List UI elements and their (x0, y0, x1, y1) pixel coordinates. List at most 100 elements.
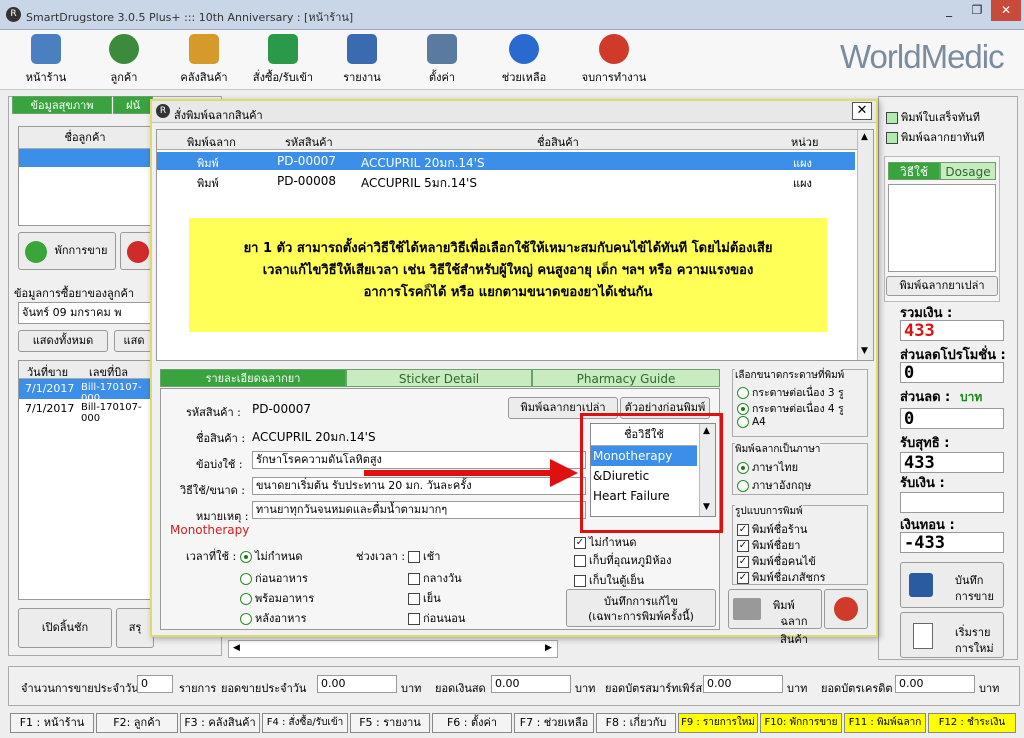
summary-button[interactable]: สรุ (116, 608, 154, 648)
history-date-field[interactable]: จันทร์ 09 มกราคม พ (18, 302, 152, 324)
radio[interactable] (240, 593, 252, 605)
tab-usage[interactable]: วิธีใช้ (888, 162, 940, 180)
tab-second[interactable]: ฝนั (113, 96, 153, 114)
checkbox[interactable]: ✓ (737, 524, 749, 536)
checkbox[interactable]: ✓ (574, 537, 586, 549)
storage-option-none[interactable]: ✓ ไม่กำหนด (574, 533, 637, 551)
language-option-english[interactable]: ภาษาอังกฤษ (737, 476, 811, 494)
print-label-option[interactable]: พิมพ์ฉลากยาทันที (886, 128, 984, 146)
checkbox[interactable] (408, 613, 420, 625)
toolbar-storefront-button[interactable]: หน้าร้าน (18, 32, 74, 88)
tab-sticker-detail[interactable]: Sticker Detail (346, 369, 532, 387)
received-input[interactable] (900, 492, 1004, 513)
time-option-before-meal[interactable]: ก่อนอาหาร (240, 569, 308, 587)
paper-option-a4[interactable]: A4 (737, 416, 766, 428)
toolbar-exit-button[interactable]: จบการทำงาน (578, 32, 650, 88)
time-option-after-meal[interactable]: หลังอาหาร (240, 609, 306, 627)
checkbox[interactable] (408, 573, 420, 585)
usage-text-area[interactable] (888, 184, 996, 272)
show-button[interactable]: แสด (114, 330, 154, 352)
toolbar-warehouse-button[interactable]: คลังสินค้า (174, 32, 234, 88)
save-edit-button[interactable]: บันทึกการแก้ไข (เฉพาะการพิมพ์ครั้งนี้) (566, 589, 716, 627)
time-option-with-meal[interactable]: พร้อมอาหาร (240, 589, 314, 607)
checkbox[interactable] (574, 555, 586, 567)
storage-option-fridge[interactable]: เก็บในตู้เย็น (574, 571, 644, 589)
checkbox[interactable] (408, 593, 420, 605)
customer-list[interactable]: ชื่อลูกค้า (18, 126, 152, 226)
checkbox[interactable]: ✓ (737, 572, 749, 584)
radio[interactable] (737, 462, 749, 474)
period-option-morning[interactable]: เช้า (408, 547, 440, 565)
radio[interactable] (737, 480, 749, 492)
discount-input[interactable]: 0 (900, 408, 1004, 429)
fkey-f1[interactable]: F1 : หน้าร้าน (10, 713, 94, 733)
dialog-close-button[interactable]: ✕ (852, 102, 872, 120)
radio[interactable] (737, 403, 749, 415)
usage-input[interactable]: ขนาดยาเริ่มต้น รับประทาน 20 มก. วันละครั… (252, 477, 586, 495)
tab-health-info[interactable]: ข้อมูลสุขภาพ (12, 96, 112, 114)
toolbar-settings-button[interactable]: ตั้งค่า (414, 32, 470, 88)
period-option-noon[interactable]: กลางวัน (408, 569, 462, 587)
print-label-button[interactable]: พิมพ์ ฉลากสินค้า (728, 589, 822, 646)
close-dialog-button[interactable] (824, 589, 868, 629)
toolbar-report-button[interactable]: รายงาน (334, 32, 390, 88)
table-row[interactable]: พิมพ์ PD-00008 ACCUPRIL 5มก.14'S แผง (157, 172, 855, 190)
checkbox[interactable] (886, 132, 898, 144)
fkey-f11[interactable]: F11 : พิมพ์ฉลาก (844, 713, 926, 733)
note-input[interactable]: ทานยาทุกวันจนหมดและดื่มน้ำตามมากๆ (252, 501, 586, 519)
close-window-button[interactable]: ✕ (991, 0, 1021, 21)
radio[interactable] (240, 573, 252, 585)
row-print[interactable]: พิมพ์ (197, 154, 219, 172)
cancel-sale-button[interactable] (120, 232, 154, 270)
print-receipt-option[interactable]: พิมพ์ใบเสร็จทันที (886, 108, 980, 126)
row-print[interactable]: พิมพ์ (197, 174, 219, 192)
fkey-f7[interactable]: F7 : ช่วยเหลือ (514, 713, 594, 733)
tab-label-detail[interactable]: รายละเอียดฉลากยา (160, 369, 346, 387)
paper-option-4hole[interactable]: กระดาษต่อเนื่อง 4 รู (737, 400, 844, 417)
indication-input[interactable]: รักษาโรคความดันโลหิตสูง (252, 451, 586, 469)
restore-button[interactable]: ❐ (963, 0, 991, 21)
print-blank-label-button[interactable]: พิมพ์ฉลากยาเปล่า (886, 276, 998, 296)
toolbar-help-button[interactable]: ช่วยเหลือ (494, 32, 554, 88)
show-all-button[interactable]: แสดงทั้งหมด (18, 330, 108, 352)
customer-row-selected[interactable] (19, 149, 151, 167)
fkey-f3[interactable]: F3 : คลังสินค้า (180, 713, 260, 733)
radio[interactable] (737, 416, 749, 428)
period-option-evening[interactable]: เย็น (408, 589, 441, 607)
tab-dosage[interactable]: Dosage (940, 162, 996, 180)
fkey-f12[interactable]: F12 : ชำระเงิน (928, 713, 1016, 733)
toolbar-order-button[interactable]: สั่งซื้อ/รับเข้า (246, 32, 320, 88)
checkbox[interactable] (886, 112, 898, 124)
new-list-button[interactable]: เริ่มราย การใหม่ (900, 612, 1004, 658)
fkey-f6[interactable]: F6 : ตั้งค่า (432, 713, 512, 733)
format-option-pharmacist[interactable]: ✓ พิมพ์ชื่อเภสัชกร (737, 568, 826, 586)
toolbar-customer-button[interactable]: ลูกค้า (96, 32, 152, 88)
checkbox[interactable]: ✓ (737, 556, 749, 568)
fkey-f2[interactable]: F2: ลูกค้า (96, 713, 178, 733)
language-option-thai[interactable]: ภาษาไทย (737, 458, 798, 476)
checkbox[interactable] (574, 575, 586, 587)
main-hscroll[interactable]: ◀ ▶ (228, 640, 558, 658)
save-sale-button[interactable]: บันทึก การขาย (900, 562, 1004, 608)
table-row[interactable]: 7/1/2017 Bill-170107-000 (19, 379, 151, 404)
table-row[interactable]: 7/1/2017 Bill-170107-000 (19, 399, 151, 424)
fkey-f10[interactable]: F10: พักการขาย (760, 713, 842, 733)
period-option-bedtime[interactable]: ก่อนนอน (408, 609, 465, 627)
checkbox[interactable] (408, 551, 420, 563)
fkey-f8[interactable]: F8 : เกี่ยวกับ (596, 713, 676, 733)
table-row[interactable]: พิมพ์ PD-00007 ACCUPRIL 20มก.14'S แผง (157, 152, 855, 170)
checkbox[interactable]: ✓ (737, 540, 749, 552)
fkey-f5[interactable]: F5 : รายงาน (350, 713, 430, 733)
minimize-button[interactable]: _ (935, 0, 963, 21)
radio[interactable] (240, 613, 252, 625)
storage-option-room-temp[interactable]: เก็บที่อุณหภูมิห้อง (574, 551, 671, 569)
grid-vscroll[interactable]: ▲ ▼ (857, 130, 873, 360)
open-drawer-button[interactable]: เปิดลิ้นชัก (18, 608, 112, 648)
paper-option-3hole[interactable]: กระดาษต่อเนื่อง 3 รู (737, 384, 844, 401)
fkey-f9[interactable]: F9 : รายการใหม่ (678, 713, 758, 733)
tab-pharmacy-guide[interactable]: Pharmacy Guide (532, 369, 720, 387)
radio[interactable] (737, 387, 749, 399)
pause-sale-button[interactable]: พักการขาย (18, 232, 116, 270)
radio[interactable] (240, 551, 252, 563)
fkey-f4[interactable]: F4 : สั่งซื้อ/รับเข้า (262, 713, 348, 733)
